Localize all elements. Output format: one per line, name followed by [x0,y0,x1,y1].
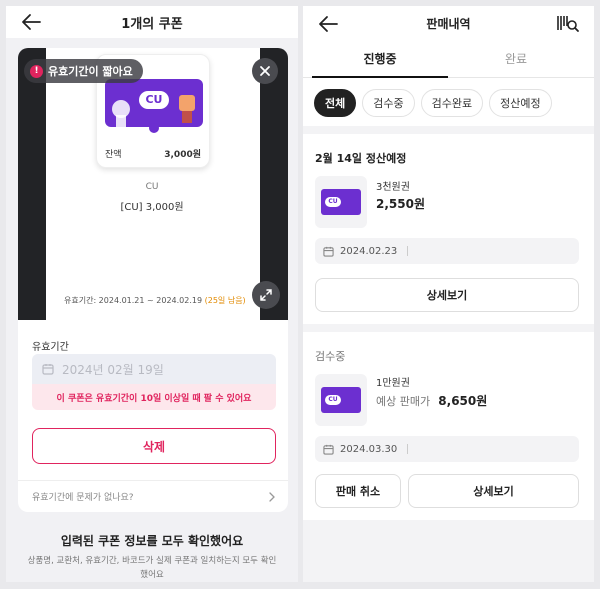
problem-link-text: 유효기간에 문제가 없나요? [32,493,134,503]
page-title: 1개의 쿠폰 [121,17,183,32]
validity-period: 유효기간: 2024.01.21 ~ 2024.02.19 (25일 남음) [64,295,246,306]
confirm-title: 입력된 쿠폰 정보를 모두 확인했어요 [60,534,244,548]
section-divider [303,126,594,134]
cu-card-banner: CU [105,79,203,127]
delete-button[interactable]: 삭제 [32,428,276,464]
calendar-icon [323,444,334,455]
cu-logo: CU [325,395,341,405]
expiry-date-field[interactable]: 2024년 02월 19일 [32,354,276,384]
cancel-sale-button[interactable]: 판매 취소 [315,474,401,508]
filter-settlement-scheduled[interactable]: 정산예정 [489,89,552,117]
sale-date: 2024.02.23 [340,245,398,257]
card-notch [149,123,159,133]
expiry-warning: 이 쿠폰은 유효기간이 10일 이상일 때 팔 수 있어요 [32,384,276,410]
item-price-value: 2,550원 [376,197,425,211]
item-price-value: 8,650원 [438,394,488,408]
bottom-spacer [303,520,594,582]
cu-card-thumb: CU [321,387,361,413]
calendar-icon [42,364,54,375]
barcode-search-icon[interactable] [556,14,580,34]
filter-all[interactable]: 전체 [314,89,357,117]
short-expiry-badge: ! 유효기간이 짧아요 [24,59,143,83]
sale-date-row: 2024.03.30 [315,436,579,462]
coupon-detail-screen: 1개의 쿠폰 CU 잔액 3,000원 ! 유효기간이 짧아요 CU [CU] … [6,6,298,582]
view-details-button[interactable]: 상세보기 [408,474,579,508]
item-thumbnail: CU [315,176,367,228]
item-price: 예상 판매가 8,650원 [376,392,487,409]
balance-label: 잔액 [105,150,122,160]
cu-card-thumb: CU [321,189,361,215]
expand-icon [260,289,272,301]
card-illustration [112,95,195,127]
date-separator [407,444,409,454]
status-tabs: 진행중 완료 [303,44,594,78]
calendar-icon [323,246,334,257]
alert-icon: ! [30,64,43,78]
close-icon [260,66,270,76]
page-title: 판매내역 [426,17,471,31]
item-name: 3천원권 [376,182,410,193]
expand-button[interactable] [252,281,280,309]
item-price: 2,550원 [376,195,425,212]
chevron-right-icon [269,491,275,502]
section-title: 검수중 [315,350,346,363]
sale-date: 2024.03.30 [340,443,398,455]
expiry-field-label: 유효기간 [32,342,69,353]
sales-history-screen: 판매내역 진행중 완료 전체 검수중 검수완료 정산예정 2월 14일 정산예정… [303,6,594,582]
badge-text: 유효기간이 짧아요 [48,65,133,78]
item-name: 1만원권 [376,378,410,389]
section-title: 2월 14일 정산예정 [315,152,407,165]
section-divider [303,324,594,332]
item-thumbnail: CU [315,374,367,426]
coupon-form: 유효기간 2024년 02월 19일 이 쿠폰은 유효기간이 10일 이상일 때… [18,320,288,512]
tab-completed[interactable]: 완료 [448,44,584,78]
filter-inspecting[interactable]: 검수중 [362,89,415,117]
expiry-date-value: 2024년 02월 19일 [62,362,164,377]
cu-logo: CU [325,197,341,207]
view-details-button[interactable]: 상세보기 [315,278,579,312]
confirm-description: 상품명, 교환처, 유효기간, 바코드가 실제 쿠폰과 일치하는지 모두 확인했… [27,556,277,580]
filter-inspected[interactable]: 검수완료 [420,89,484,117]
header: 1개의 쿠폰 [6,6,298,38]
sale-date-row: 2024.02.23 [315,238,579,264]
filter-chips: 전체 검수중 검수완료 정산예정 [314,89,552,117]
balance-value: 3,000원 [164,150,201,160]
close-button[interactable] [252,58,278,84]
coupon-product-name: [CU] 3,000원 [120,202,184,213]
tab-in-progress[interactable]: 진행중 [312,44,448,78]
expected-price-label: 예상 판매가 [376,395,431,408]
coupon-brand: CU [145,182,159,192]
validity-dates: 유효기간: 2024.01.21 ~ 2024.02.19 [64,296,203,305]
date-separator [407,246,409,256]
days-remaining: (25일 남음) [204,296,246,305]
expiry-problem-link[interactable]: 유효기간에 문제가 없나요? [18,480,288,512]
